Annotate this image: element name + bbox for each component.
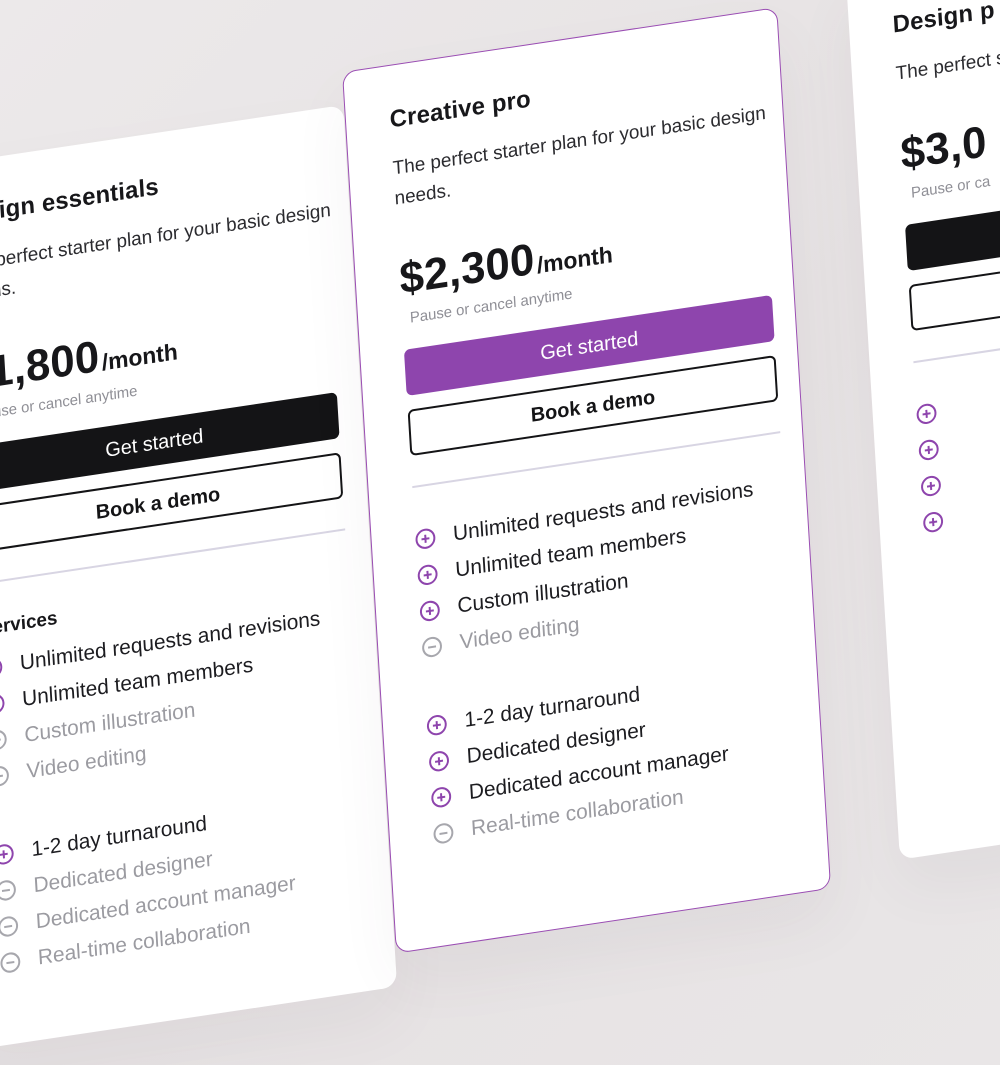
plus-circle-icon	[918, 438, 940, 462]
price-period: /month	[536, 240, 614, 279]
feature-list-support: 1-2 day turnaround Dedicated designer Dedi…	[426, 656, 785, 853]
plan-name: Design p	[891, 0, 996, 39]
plan-price: $3,0	[899, 116, 989, 179]
plus-circle-icon	[419, 599, 441, 623]
plus-circle-icon	[920, 474, 942, 498]
plus-circle-icon	[0, 842, 15, 866]
minus-circle-icon	[0, 764, 10, 788]
plus-circle-icon	[430, 785, 452, 809]
plus-circle-icon	[417, 563, 439, 587]
pricing-scene: Design essentials The perfect starter pl…	[0, 0, 1000, 1065]
plus-circle-icon	[428, 749, 450, 773]
plus-circle-icon	[426, 713, 448, 737]
price-row: $3,0	[899, 77, 1000, 180]
plan-card-design-partial: Design p The perfect s design need $3,0 …	[846, 0, 1000, 860]
minus-circle-icon	[0, 915, 19, 939]
minus-circle-icon	[0, 728, 8, 752]
minus-circle-icon	[421, 635, 443, 659]
feature-list-services: Unlimited requests and revisions Unlimite…	[414, 470, 773, 667]
plus-circle-icon	[0, 656, 3, 680]
feature-list-services	[916, 345, 1000, 542]
price-period: /month	[101, 338, 179, 376]
feature-list-support: 1-2 day turnaround Dedicated designer Dedi…	[0, 785, 354, 982]
plus-circle-icon	[0, 692, 6, 716]
plus-circle-icon	[414, 527, 436, 551]
plan-card-creative-pro: Creative pro The perfect starter plan fo…	[342, 6, 832, 954]
minus-circle-icon	[0, 951, 21, 975]
minus-circle-icon	[0, 878, 17, 902]
plus-circle-icon	[922, 510, 944, 534]
plan-card-design-essentials: Design essentials The perfect starter pl…	[0, 104, 398, 1052]
minus-circle-icon	[432, 821, 454, 845]
plus-circle-icon	[916, 402, 938, 426]
